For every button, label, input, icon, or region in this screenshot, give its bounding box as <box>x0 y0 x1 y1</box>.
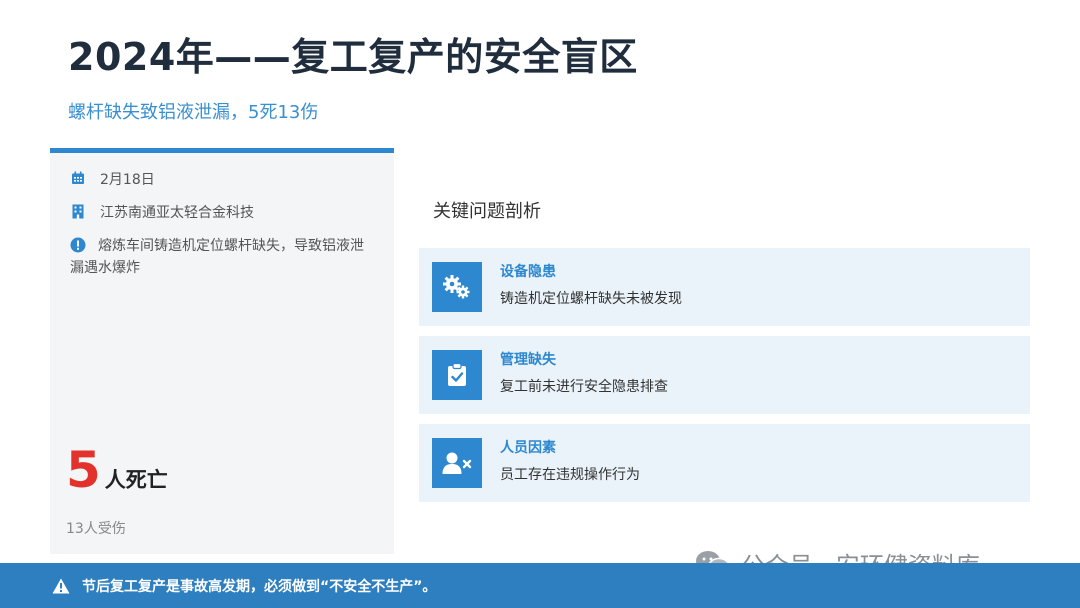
incident-card: 2月18日 江苏南通亚太轻合金科技 熔炼车间铸造机定位螺杆缺失，导致铝液泄漏遇水… <box>50 148 394 554</box>
analysis-title: 关键问题剖析 <box>433 201 541 222</box>
incident-date-row: 2月18日 <box>70 169 155 189</box>
analysis-item-desc: 铸造机定位螺杆缺失未被发现 <box>500 291 682 307</box>
clipboard-check-icon <box>432 350 482 400</box>
calendar-icon <box>70 170 86 186</box>
footer-banner: 节后复工复产是事故高发期，必须做到“不安全不生产”。 <box>0 563 1080 608</box>
deaths-stat: 5 人死亡 <box>66 445 168 495</box>
injured-stat: 13人受伤 <box>66 521 126 537</box>
analysis-item-equipment: 设备隐患 铸造机定位螺杆缺失未被发现 <box>419 248 1030 326</box>
analysis-item-name: 人员因素 <box>500 440 556 456</box>
warning-icon <box>52 578 70 594</box>
analysis-item-desc: 复工前未进行安全隐患排查 <box>500 379 668 395</box>
building-icon <box>70 203 86 219</box>
incident-description: 熔炼车间铸造机定位螺杆缺失，导致铝液泄漏遇水爆炸 <box>70 238 364 276</box>
incident-description-row: 熔炼车间铸造机定位螺杆缺失，导致铝液泄漏遇水爆炸 <box>70 235 375 279</box>
analysis-item-name: 管理缺失 <box>500 352 556 368</box>
incident-date: 2月18日 <box>100 172 155 188</box>
analysis-item-personnel: 人员因素 员工存在违规操作行为 <box>419 424 1030 502</box>
incident-company-row: 江苏南通亚太轻合金科技 <box>70 202 254 222</box>
page-subtitle: 螺杆缺失致铝液泄漏，5死13伤 <box>68 102 319 123</box>
footer-text: 节后复工复产是事故高发期，必须做到“不安全不生产”。 <box>82 578 437 595</box>
gears-icon <box>432 262 482 312</box>
deaths-number: 5 <box>66 441 101 499</box>
info-alert-icon <box>70 237 86 253</box>
page-title: 2024年——复工复产的安全盲区 <box>68 35 638 79</box>
deaths-unit: 人死亡 <box>104 468 168 492</box>
user-x-icon <box>432 438 482 488</box>
analysis-item-management: 管理缺失 复工前未进行安全隐患排查 <box>419 336 1030 414</box>
analysis-item-name: 设备隐患 <box>500 264 556 280</box>
analysis-item-desc: 员工存在违规操作行为 <box>500 467 640 483</box>
incident-company: 江苏南通亚太轻合金科技 <box>100 205 254 221</box>
